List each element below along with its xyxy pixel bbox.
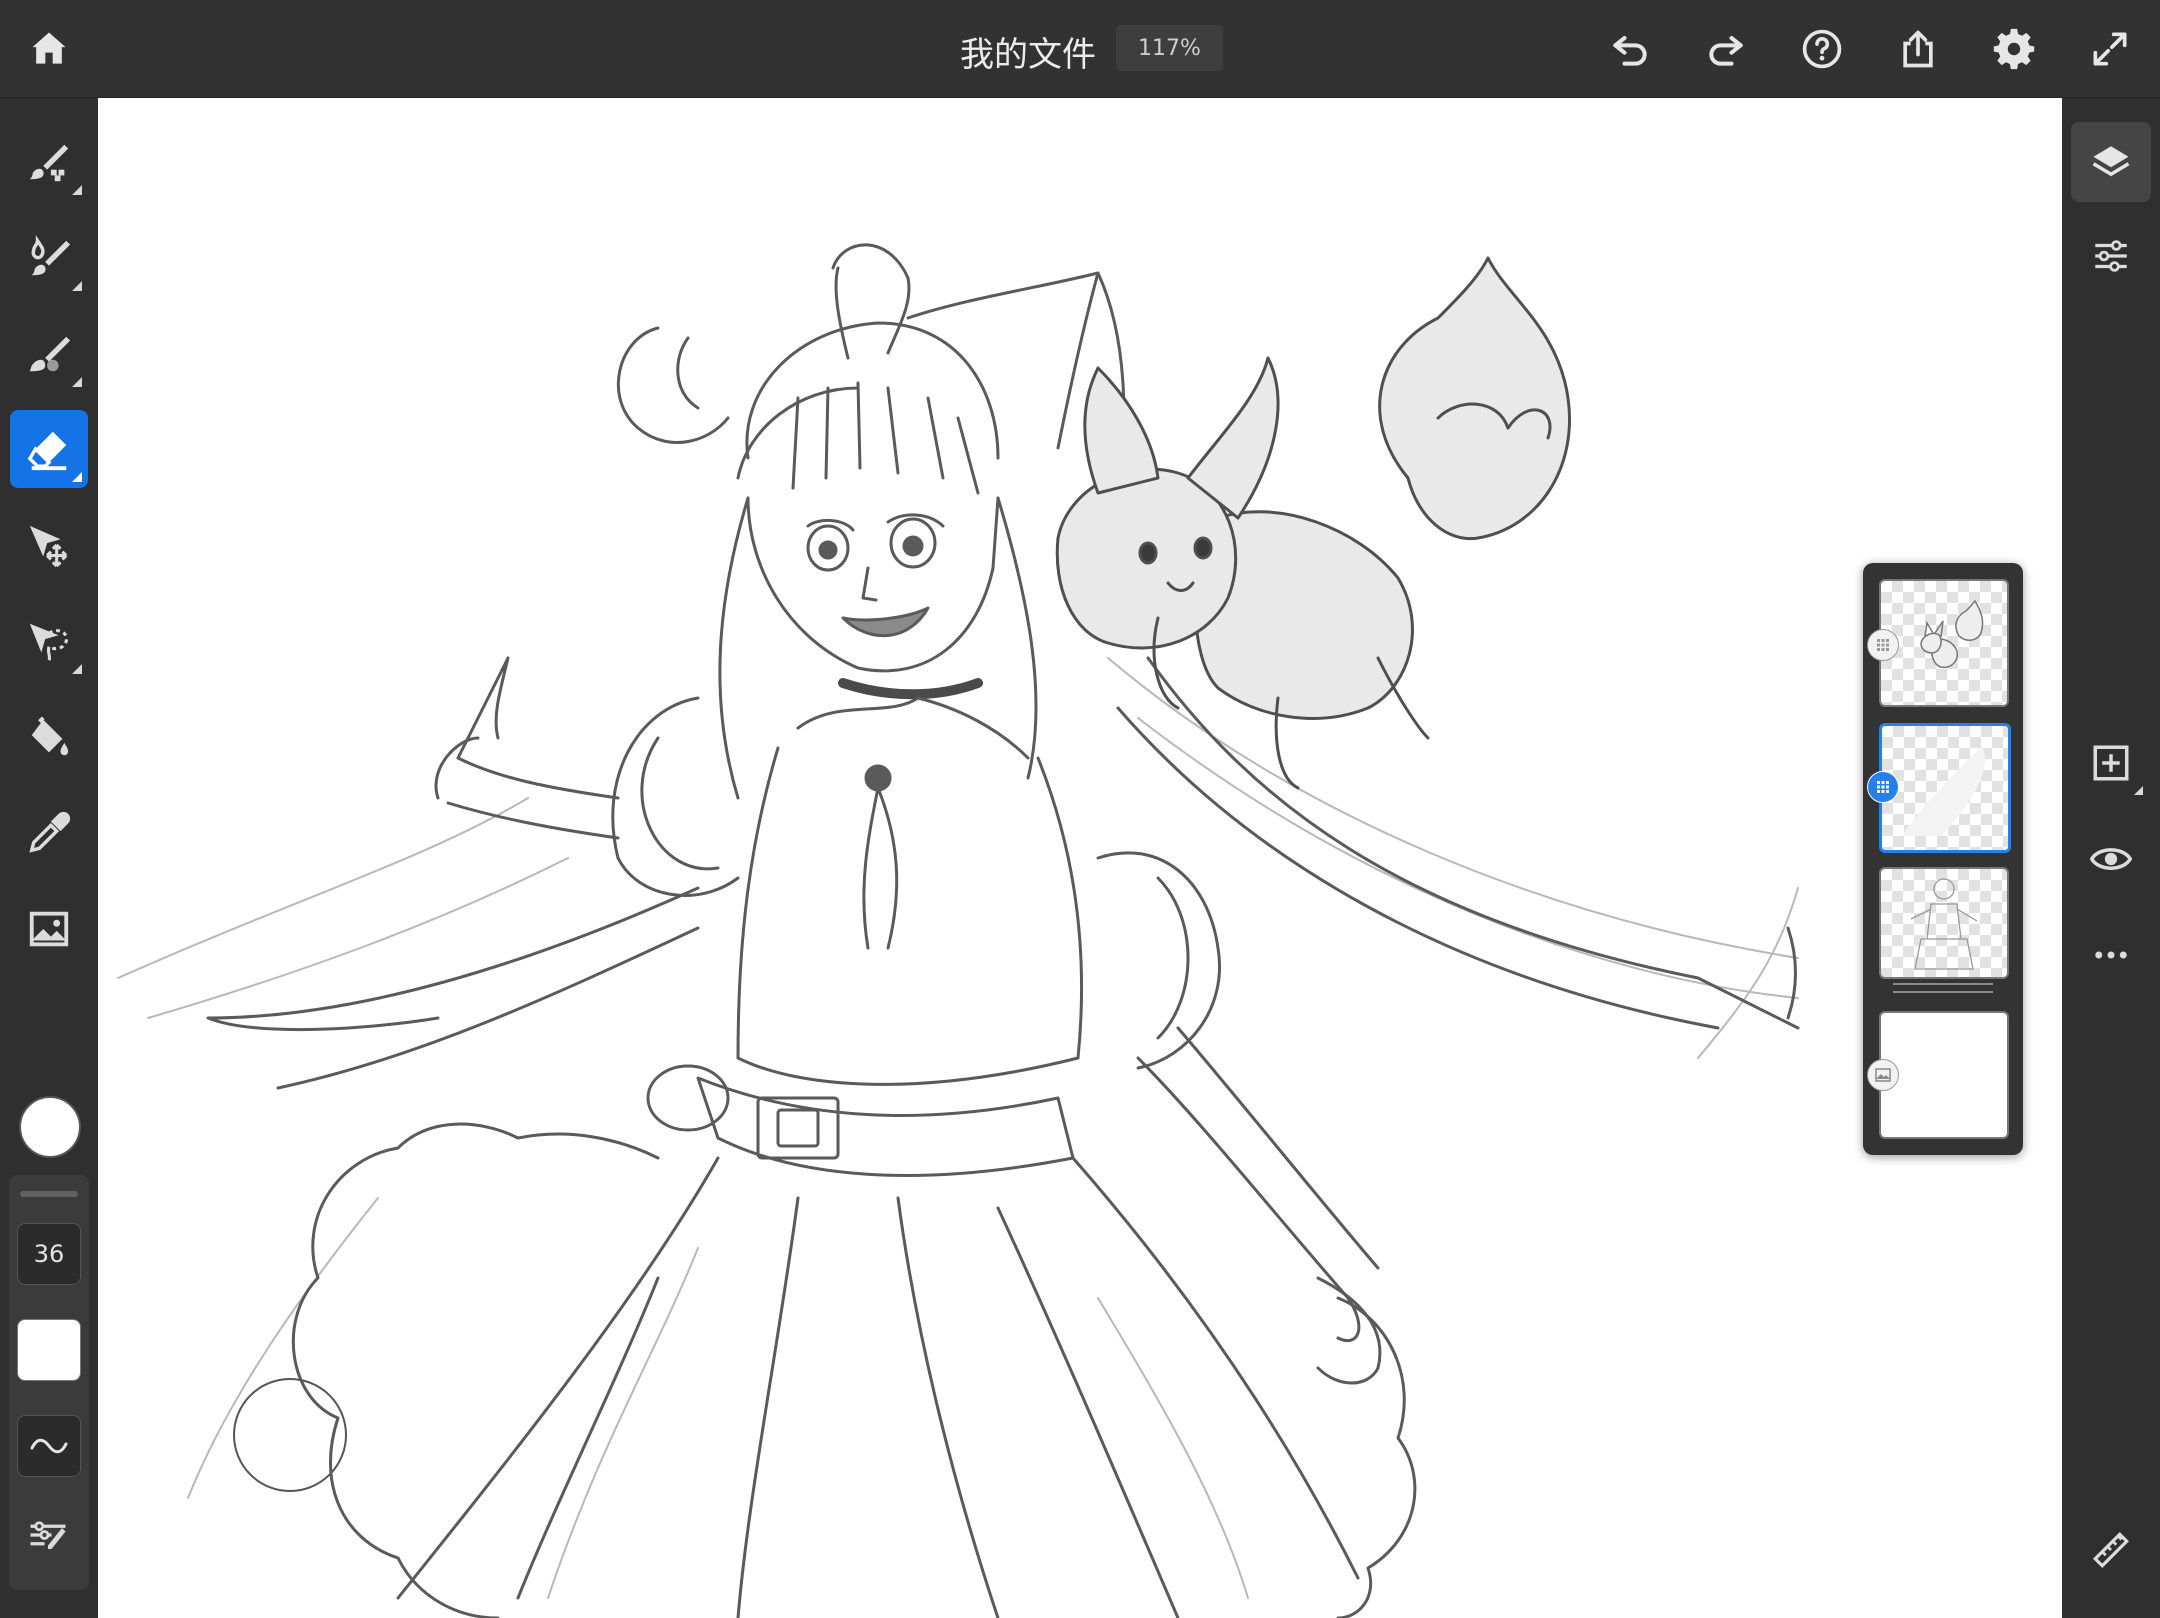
panel-handle[interactable] [20,1191,78,1197]
layers-icon [2092,146,2130,177]
pixel-brush-icon [29,144,69,182]
more-options-button[interactable] [2071,915,2151,995]
live-brush-tool[interactable] [10,219,88,297]
eye-icon [2090,848,2132,870]
fill-tool[interactable] [10,698,88,776]
fullscreen-icon[interactable] [2083,22,2137,76]
image-tool[interactable] [10,890,88,968]
brush-cursor [233,1378,347,1492]
sliders-icon [2095,240,2127,272]
layers-divider [1893,983,1993,985]
layers-button[interactable] [2071,122,2151,202]
home-icon[interactable] [22,22,76,76]
live-brush-icon [31,235,71,276]
top-bar: 我的文件 117% [0,0,2160,98]
selection-tool[interactable] [10,602,88,680]
settings-icon[interactable] [1987,22,2041,76]
lasso-select-icon [29,623,68,661]
brush-size-control[interactable]: 36 [17,1223,81,1285]
left-toolbar: 36 [0,98,97,1618]
brush-settings-icon [30,1521,66,1549]
redo-icon[interactable] [1699,22,1753,76]
layer-properties-button[interactable] [2071,216,2151,296]
layer-type-badge [1867,629,1899,661]
vector-brush-icon [29,336,71,372]
add-layer-icon [2093,745,2129,781]
image-icon [29,911,69,947]
ruler-icon [2093,1532,2129,1568]
layer-type-badge-selected [1867,771,1899,803]
brush-smoothing-control[interactable] [17,1415,81,1477]
brush-opacity-control[interactable] [17,1319,81,1381]
layers-divider [1893,991,1993,993]
brush-settings-button[interactable] [17,1505,79,1565]
add-layer-button[interactable] [2071,723,2151,803]
background-layer-badge [1867,1059,1899,1091]
eraser-tool[interactable] [10,410,88,488]
more-icon [2095,951,2127,959]
transform-tool[interactable] [10,506,88,584]
zoom-level[interactable]: 117% [1116,25,1223,71]
wave-icon [30,1438,68,1454]
ruler-button[interactable] [2071,1510,2151,1590]
document-title[interactable]: 我的文件 [960,27,1096,76]
undo-icon[interactable] [1603,22,1657,76]
eraser-icon [27,431,67,471]
help-icon[interactable] [1795,22,1849,76]
eyedropper-tool[interactable] [10,794,88,872]
brush-properties-panel: 36 [9,1175,89,1590]
paint-bucket-icon [31,716,69,756]
visibility-button[interactable] [2071,819,2151,899]
pixel-brush-tool[interactable] [10,123,88,201]
vector-brush-tool[interactable] [10,315,88,393]
share-icon[interactable] [1891,22,1945,76]
right-toolbar [2063,98,2160,1618]
eyedropper-icon [29,811,71,853]
creature-sketch [1055,256,1571,790]
layer-thumbnail-character[interactable] [1879,867,2009,979]
move-arrows-icon [29,525,68,568]
color-swatch[interactable] [19,1096,81,1158]
layers-panel [1863,563,2023,1155]
drawing-canvas[interactable] [98,98,2062,1618]
